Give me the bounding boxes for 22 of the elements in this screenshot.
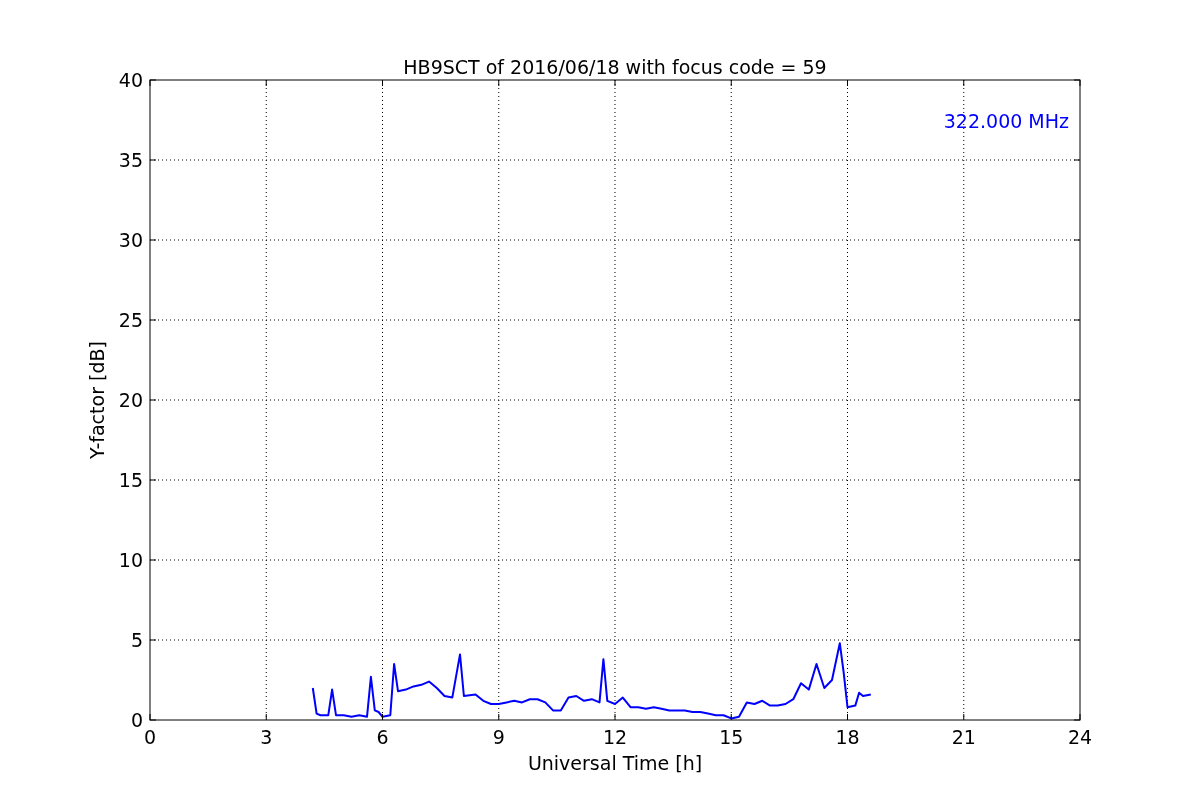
y-tick-label: 10 xyxy=(118,549,143,571)
y-tick-label: 20 xyxy=(118,389,143,411)
y-tick-label: 30 xyxy=(118,229,143,251)
chart-title: HB9SCT of 2016/06/18 with focus code = 59 xyxy=(403,56,827,78)
x-tick-label: 6 xyxy=(376,726,389,748)
y-tick-label: 25 xyxy=(118,309,143,331)
x-tick-label: 3 xyxy=(260,726,273,748)
x-tick-label: 0 xyxy=(143,726,157,748)
x-tick-label: 18 xyxy=(835,726,860,748)
y-tick-label: 5 xyxy=(130,629,143,651)
x-tick-label: 21 xyxy=(951,726,976,748)
x-tick-label: 12 xyxy=(602,726,628,748)
y-tick-label: 40 xyxy=(118,69,143,91)
frequency-annotation: 322.000 MHz xyxy=(943,110,1069,132)
y-tick-label: 15 xyxy=(118,469,143,491)
x-tick-label: 9 xyxy=(492,726,505,748)
x-tick-label: 24 xyxy=(1067,726,1093,748)
x-tick-label: 15 xyxy=(719,726,744,748)
y-tick-label: 0 xyxy=(130,709,143,731)
y-tick-label: 35 xyxy=(118,149,143,171)
y-axis-label: Y-factor [dB] xyxy=(86,341,108,459)
x-axis-label: Universal Time [h] xyxy=(527,752,703,774)
